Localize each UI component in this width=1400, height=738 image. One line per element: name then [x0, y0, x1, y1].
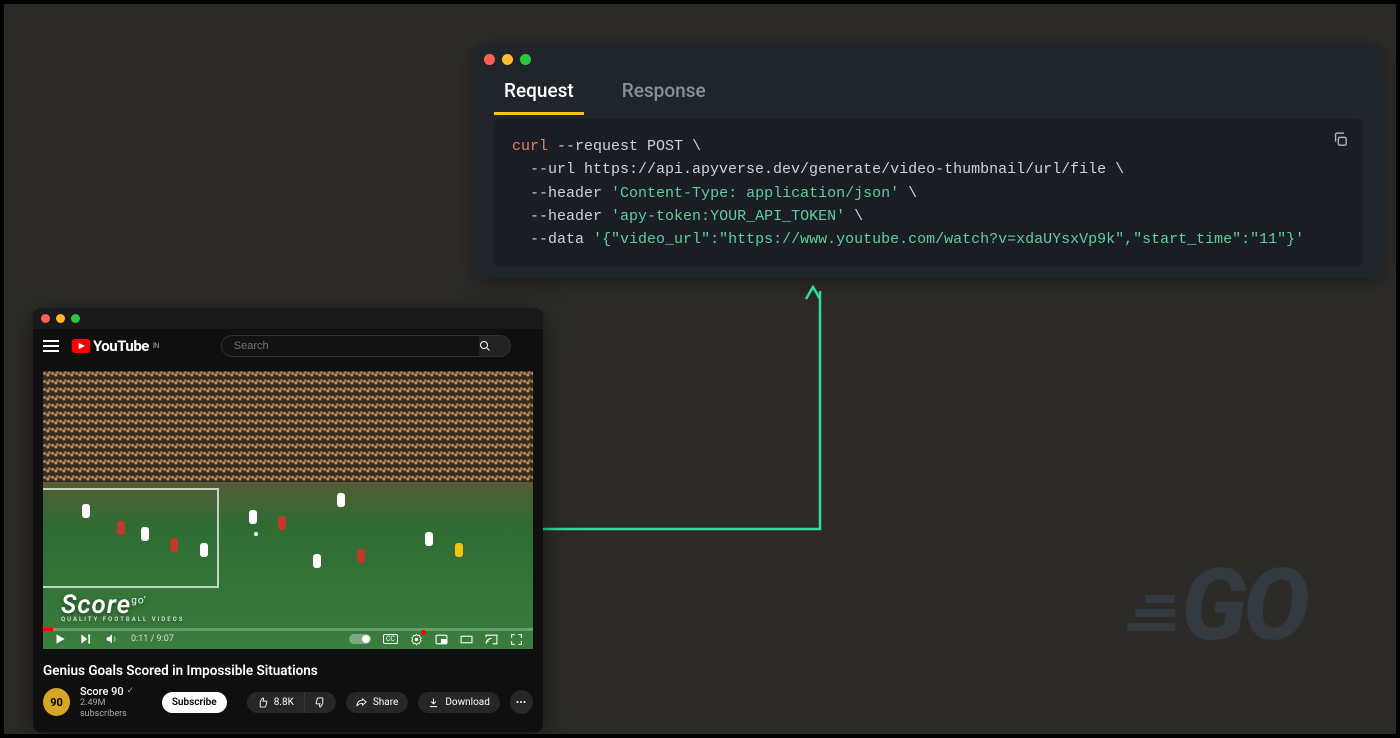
close-icon[interactable]: [41, 314, 50, 323]
window-traffic-lights: [33, 308, 543, 329]
go-watermark: GO: [1127, 547, 1306, 664]
code-flag-header: --header: [530, 185, 602, 202]
code-header-content-type: 'Content-Type: application/json': [611, 185, 899, 202]
tab-response[interactable]: Response: [612, 71, 716, 115]
autoplay-toggle[interactable]: [349, 634, 371, 644]
minimize-icon[interactable]: [502, 54, 513, 65]
theater-icon[interactable]: [460, 633, 473, 646]
youtube-header: YouTubeIN: [33, 329, 543, 365]
maximize-icon[interactable]: [520, 54, 531, 65]
search-button[interactable]: [479, 335, 511, 357]
code-curl: curl: [512, 138, 548, 155]
video-title: Genius Goals Scored in Impossible Situat…: [33, 653, 543, 685]
more-actions-button[interactable]: [510, 690, 533, 714]
volume-icon[interactable]: [105, 632, 119, 646]
maximize-icon[interactable]: [71, 314, 80, 323]
play-icon[interactable]: [53, 632, 67, 646]
settings-icon[interactable]: [410, 633, 423, 646]
video-timecode: 0:11 / 9:07: [131, 634, 174, 644]
video-watermark: Scorego' QUALITY FOOTBALL VIDEOS: [61, 590, 184, 623]
share-icon: [356, 697, 367, 708]
cast-icon[interactable]: [485, 633, 498, 646]
like-dislike-group: 8.8K: [247, 692, 336, 713]
code-block: curl --request POST \ --url https://api.…: [494, 119, 1363, 267]
more-icon: [515, 696, 527, 708]
next-icon[interactable]: [79, 632, 93, 646]
channel-name[interactable]: Score 90✓: [80, 685, 152, 698]
download-icon: [428, 697, 439, 708]
code-flag-header: --header: [530, 208, 602, 225]
code-header-token: 'apy-token:YOUR_API_TOKEN': [611, 208, 845, 225]
copy-button[interactable]: [1332, 131, 1349, 148]
api-terminal-window: Request Response curl --request POST \ -…: [474, 44, 1383, 278]
youtube-logo[interactable]: YouTubeIN: [71, 337, 159, 355]
verified-icon: ✓: [127, 686, 135, 697]
terminal-tabs: Request Response: [474, 71, 1383, 115]
search-icon: [479, 340, 491, 352]
video-meta-row: 90 Score 90✓ 2.49M subscribers Subscribe…: [33, 685, 543, 732]
close-icon[interactable]: [484, 54, 495, 65]
code-url: --url https://api.apyverse.dev/generate/…: [530, 161, 1106, 178]
share-button[interactable]: Share: [346, 692, 408, 713]
download-button[interactable]: Download: [418, 692, 500, 713]
like-button[interactable]: 8.8K: [247, 692, 304, 713]
miniplayer-icon[interactable]: [435, 633, 448, 646]
subscribe-button[interactable]: Subscribe: [162, 692, 227, 713]
hamburger-menu-icon[interactable]: [43, 345, 59, 347]
code-flag-request: --request POST: [557, 138, 683, 155]
video-player[interactable]: Scorego' QUALITY FOOTBALL VIDEOS 0:11 / …: [43, 371, 533, 649]
video-controls: 0:11 / 9:07 CC: [43, 629, 533, 649]
like-count: 8.8K: [274, 697, 294, 708]
channel-avatar[interactable]: 90: [43, 688, 70, 716]
window-traffic-lights: [474, 44, 1383, 71]
search-input[interactable]: [221, 335, 479, 357]
minimize-icon[interactable]: [56, 314, 65, 323]
code-data-json: '{"video_url":"https://www.youtube.com/w…: [593, 231, 1304, 248]
code-flag-data: --data: [530, 231, 584, 248]
thumbs-up-icon: [257, 697, 268, 708]
connector-arrow: [543, 283, 823, 533]
captions-button[interactable]: CC: [383, 634, 398, 644]
search-bar: [221, 335, 511, 357]
tab-request[interactable]: Request: [494, 71, 584, 115]
fullscreen-icon[interactable]: [510, 633, 523, 646]
subscriber-count: 2.49M subscribers: [80, 698, 152, 720]
youtube-preview-window: YouTubeIN Scorego': [33, 308, 543, 732]
dislike-button[interactable]: [304, 692, 336, 713]
thumbs-down-icon: [315, 697, 326, 708]
